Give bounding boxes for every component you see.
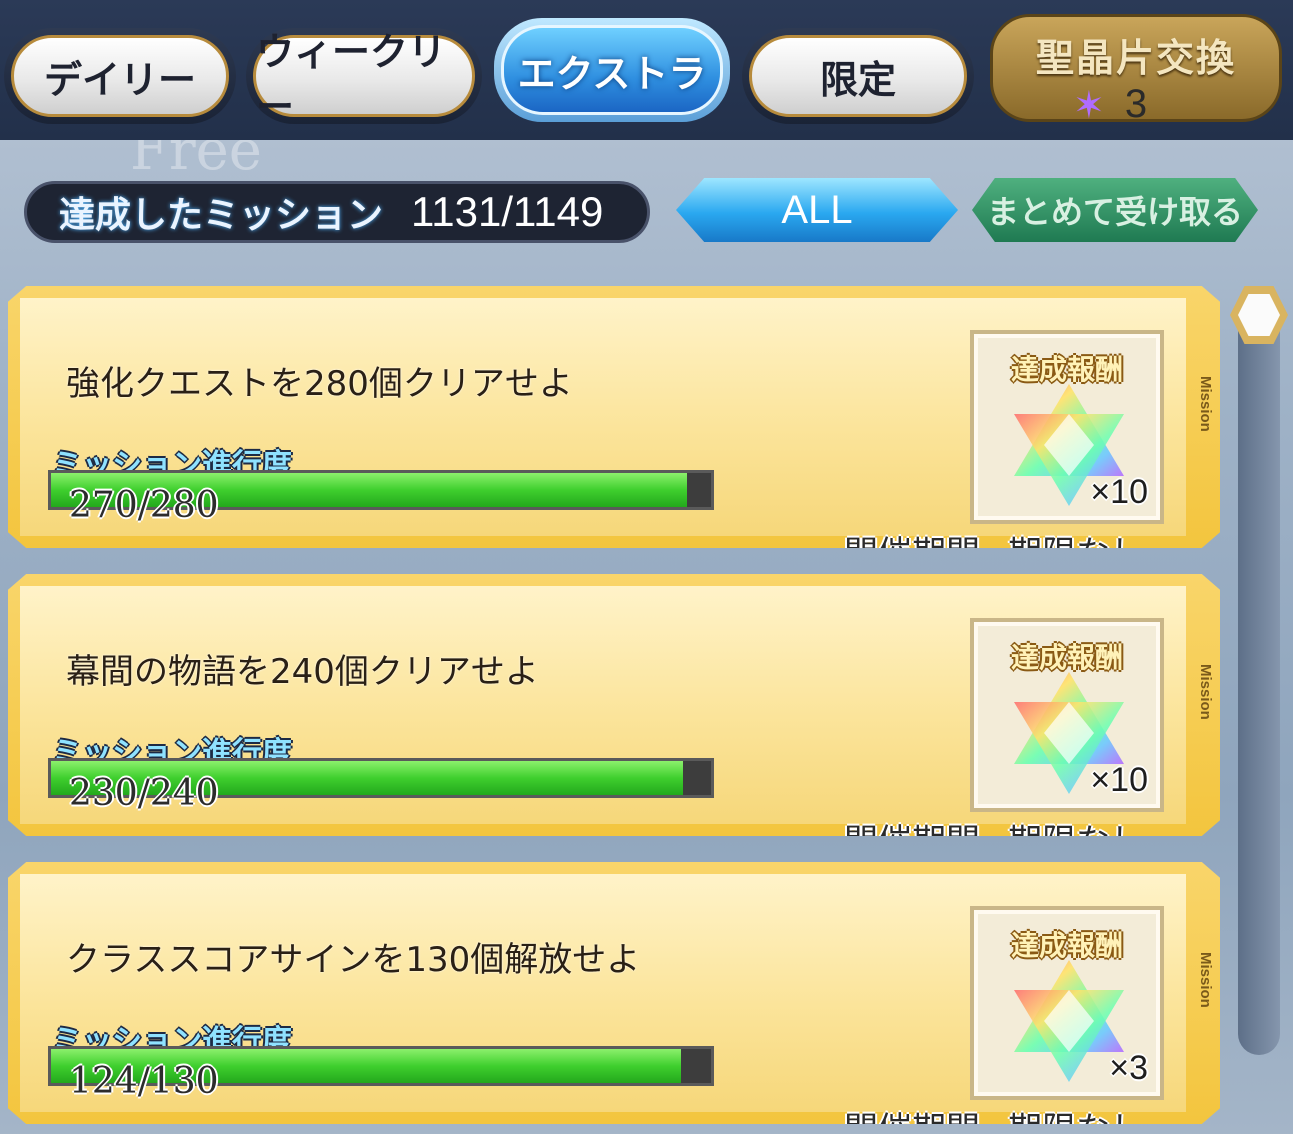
tab-daily-label: デイリー	[11, 35, 229, 117]
tab-daily[interactable]: デイリー	[4, 28, 236, 124]
period-label: 開催期間	[844, 534, 980, 574]
scrollbar-track[interactable]	[1238, 290, 1280, 1055]
exchange-label: 聖晶片交換	[1035, 36, 1236, 80]
exchange-count: 3	[1124, 82, 1148, 126]
mission-title: 幕間の物語を240個クリアせよ	[66, 652, 539, 692]
saint-quartz-fragment-icon: ✶	[1073, 83, 1105, 127]
mission-card: Mission クラススコアサインを130個解放せよ ミッション進行度 124/…	[8, 862, 1220, 1124]
mission-side-label: Mission	[1197, 376, 1214, 432]
mission-title: 強化クエストを280個クリアせよ	[66, 364, 573, 404]
mission-period: 開催期間 期限なし	[844, 1102, 1144, 1134]
mission-progress-text: 270/280	[69, 485, 219, 526]
mission-card: Mission 強化クエストを280個クリアせよ ミッション進行度 270/28…	[8, 286, 1220, 548]
tab-limited-label: 限定	[749, 35, 967, 117]
achieved-value: 1131/1149	[411, 188, 604, 235]
achieved-label: 達成したミッション	[59, 195, 384, 236]
mission-reward: 達成報酬 ×10	[970, 330, 1164, 524]
achieved-missions-counter: 達成したミッション 1131/1149	[24, 181, 650, 243]
period-label: 開催期間	[844, 1110, 980, 1134]
period-value: 期限なし	[1008, 1110, 1144, 1134]
mission-progress-bar: 230/240	[48, 758, 714, 814]
reward-quantity: ×10	[1090, 473, 1148, 511]
tab-limited[interactable]: 限定	[742, 28, 974, 124]
mission-title: クラススコアサインを130個解放せよ	[66, 940, 641, 980]
mission-side-label: Mission	[1197, 664, 1214, 720]
period-value: 期限なし	[1008, 822, 1144, 862]
filter-all-button[interactable]: ALL	[676, 178, 958, 242]
tab-extra-label: エクストラ	[501, 25, 723, 115]
mission-progress-text: 230/240	[69, 773, 219, 814]
tab-bar: デイリー ウィークリー エクストラ 限定 聖晶片交換 ✶ 3	[0, 0, 1293, 140]
mission-period: 開催期間 期限なし	[844, 526, 1144, 574]
mission-progress-text: 124/130	[69, 1061, 219, 1102]
mission-reward: 達成報酬 ×10	[970, 618, 1164, 812]
mission-progress-bar: 270/280	[48, 470, 714, 526]
mission-card: Mission 幕間の物語を240個クリアせよ ミッション進行度 230/240…	[8, 574, 1220, 836]
tab-weekly-label: ウィークリー	[253, 30, 475, 129]
receive-all-button[interactable]: まとめて受け取る	[972, 178, 1258, 242]
mission-period: 開催期間 期限なし	[844, 814, 1144, 862]
period-value: 期限なし	[1008, 534, 1144, 574]
reward-quantity: ×10	[1090, 761, 1148, 799]
tab-weekly[interactable]: ウィークリー	[246, 28, 482, 129]
saint-quartz-exchange-button[interactable]: 聖晶片交換 ✶ 3	[990, 14, 1282, 127]
period-label: 開催期間	[844, 822, 980, 862]
mission-side-label: Mission	[1197, 952, 1214, 1008]
mission-reward: 達成報酬 ×3	[970, 906, 1164, 1100]
reward-quantity: ×3	[1109, 1049, 1148, 1087]
tab-extra[interactable]: エクストラ	[494, 18, 730, 122]
mission-progress-bar: 124/130	[48, 1046, 714, 1102]
